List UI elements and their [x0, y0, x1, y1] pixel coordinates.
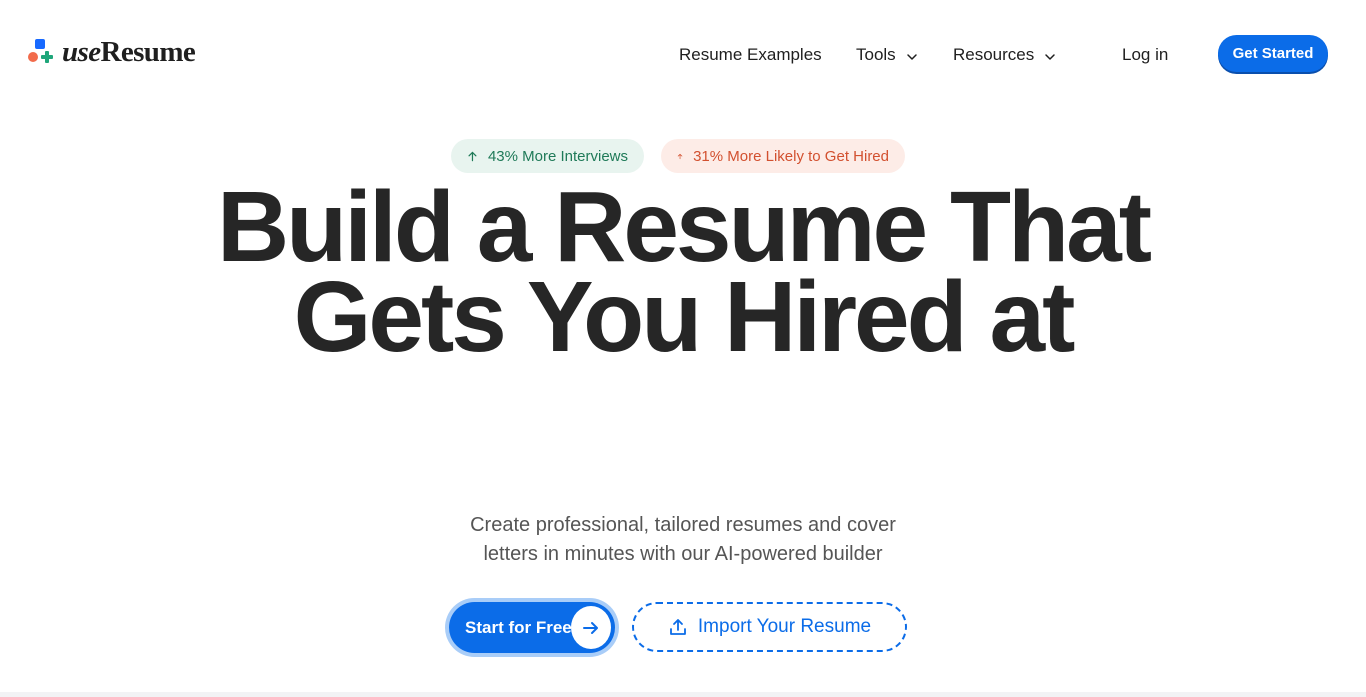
badge-text: 43% More Interviews: [487, 147, 628, 165]
get-started-button[interactable]: Get Started: [1218, 35, 1328, 72]
subtitle-line-2: letters in minutes with our AI-powered b…: [483, 543, 883, 565]
headline-line-1: Build a Resume That: [216, 171, 1152, 283]
nav-resume-examples[interactable]: Resume Examples: [679, 40, 822, 70]
nav-item-label: Resume Examples: [679, 45, 822, 64]
logo-icon: [28, 39, 54, 65]
start-button-body: Start for Free: [449, 602, 615, 653]
headline-line-2: Gets You Hired at: [293, 261, 1076, 373]
upload-icon: [669, 619, 686, 635]
interviews-badge: 43% More Interviews: [451, 139, 644, 173]
badge-text: 31% More Likely to Get Hired: [693, 147, 889, 165]
logo[interactable]: useResume: [28, 34, 196, 70]
site-header: useResume Resume Examples Tools Resource…: [0, 0, 1366, 108]
hero-subtitle: Create professional, tailored resumes an…: [383, 511, 983, 569]
hero-headline: Build a Resume That Gets You Hired at: [0, 171, 1366, 373]
nav-item-label: Resources: [953, 45, 1035, 64]
start-button-label: Start for Free: [465, 617, 572, 637]
chevron-down-icon: [906, 53, 917, 60]
import-resume-button[interactable]: Import Your Resume: [632, 602, 907, 652]
arrow-right-icon: [571, 606, 611, 649]
start-for-free-button[interactable]: Start for Free: [445, 598, 619, 657]
nav-resources[interactable]: Resources: [953, 40, 1056, 70]
subtitle-line-1: Create professional, tailored resumes an…: [470, 514, 896, 536]
logo-wordmark: useResume: [62, 35, 196, 68]
chevron-down-icon: [1045, 53, 1056, 60]
arrow-up-icon: [468, 151, 477, 161]
arrow-up-icon: [677, 153, 683, 159]
section-divider: [0, 692, 1366, 697]
nav-tools[interactable]: Tools: [856, 40, 918, 70]
login-link[interactable]: Log in: [1122, 40, 1168, 70]
import-button-label: Import Your Resume: [697, 616, 872, 637]
login-label: Log in: [1122, 45, 1169, 64]
hired-badge: 31% More Likely to Get Hired: [661, 139, 905, 173]
nav-item-label: Tools: [856, 45, 896, 64]
page: useResume Resume Examples Tools Resource…: [0, 0, 1366, 697]
